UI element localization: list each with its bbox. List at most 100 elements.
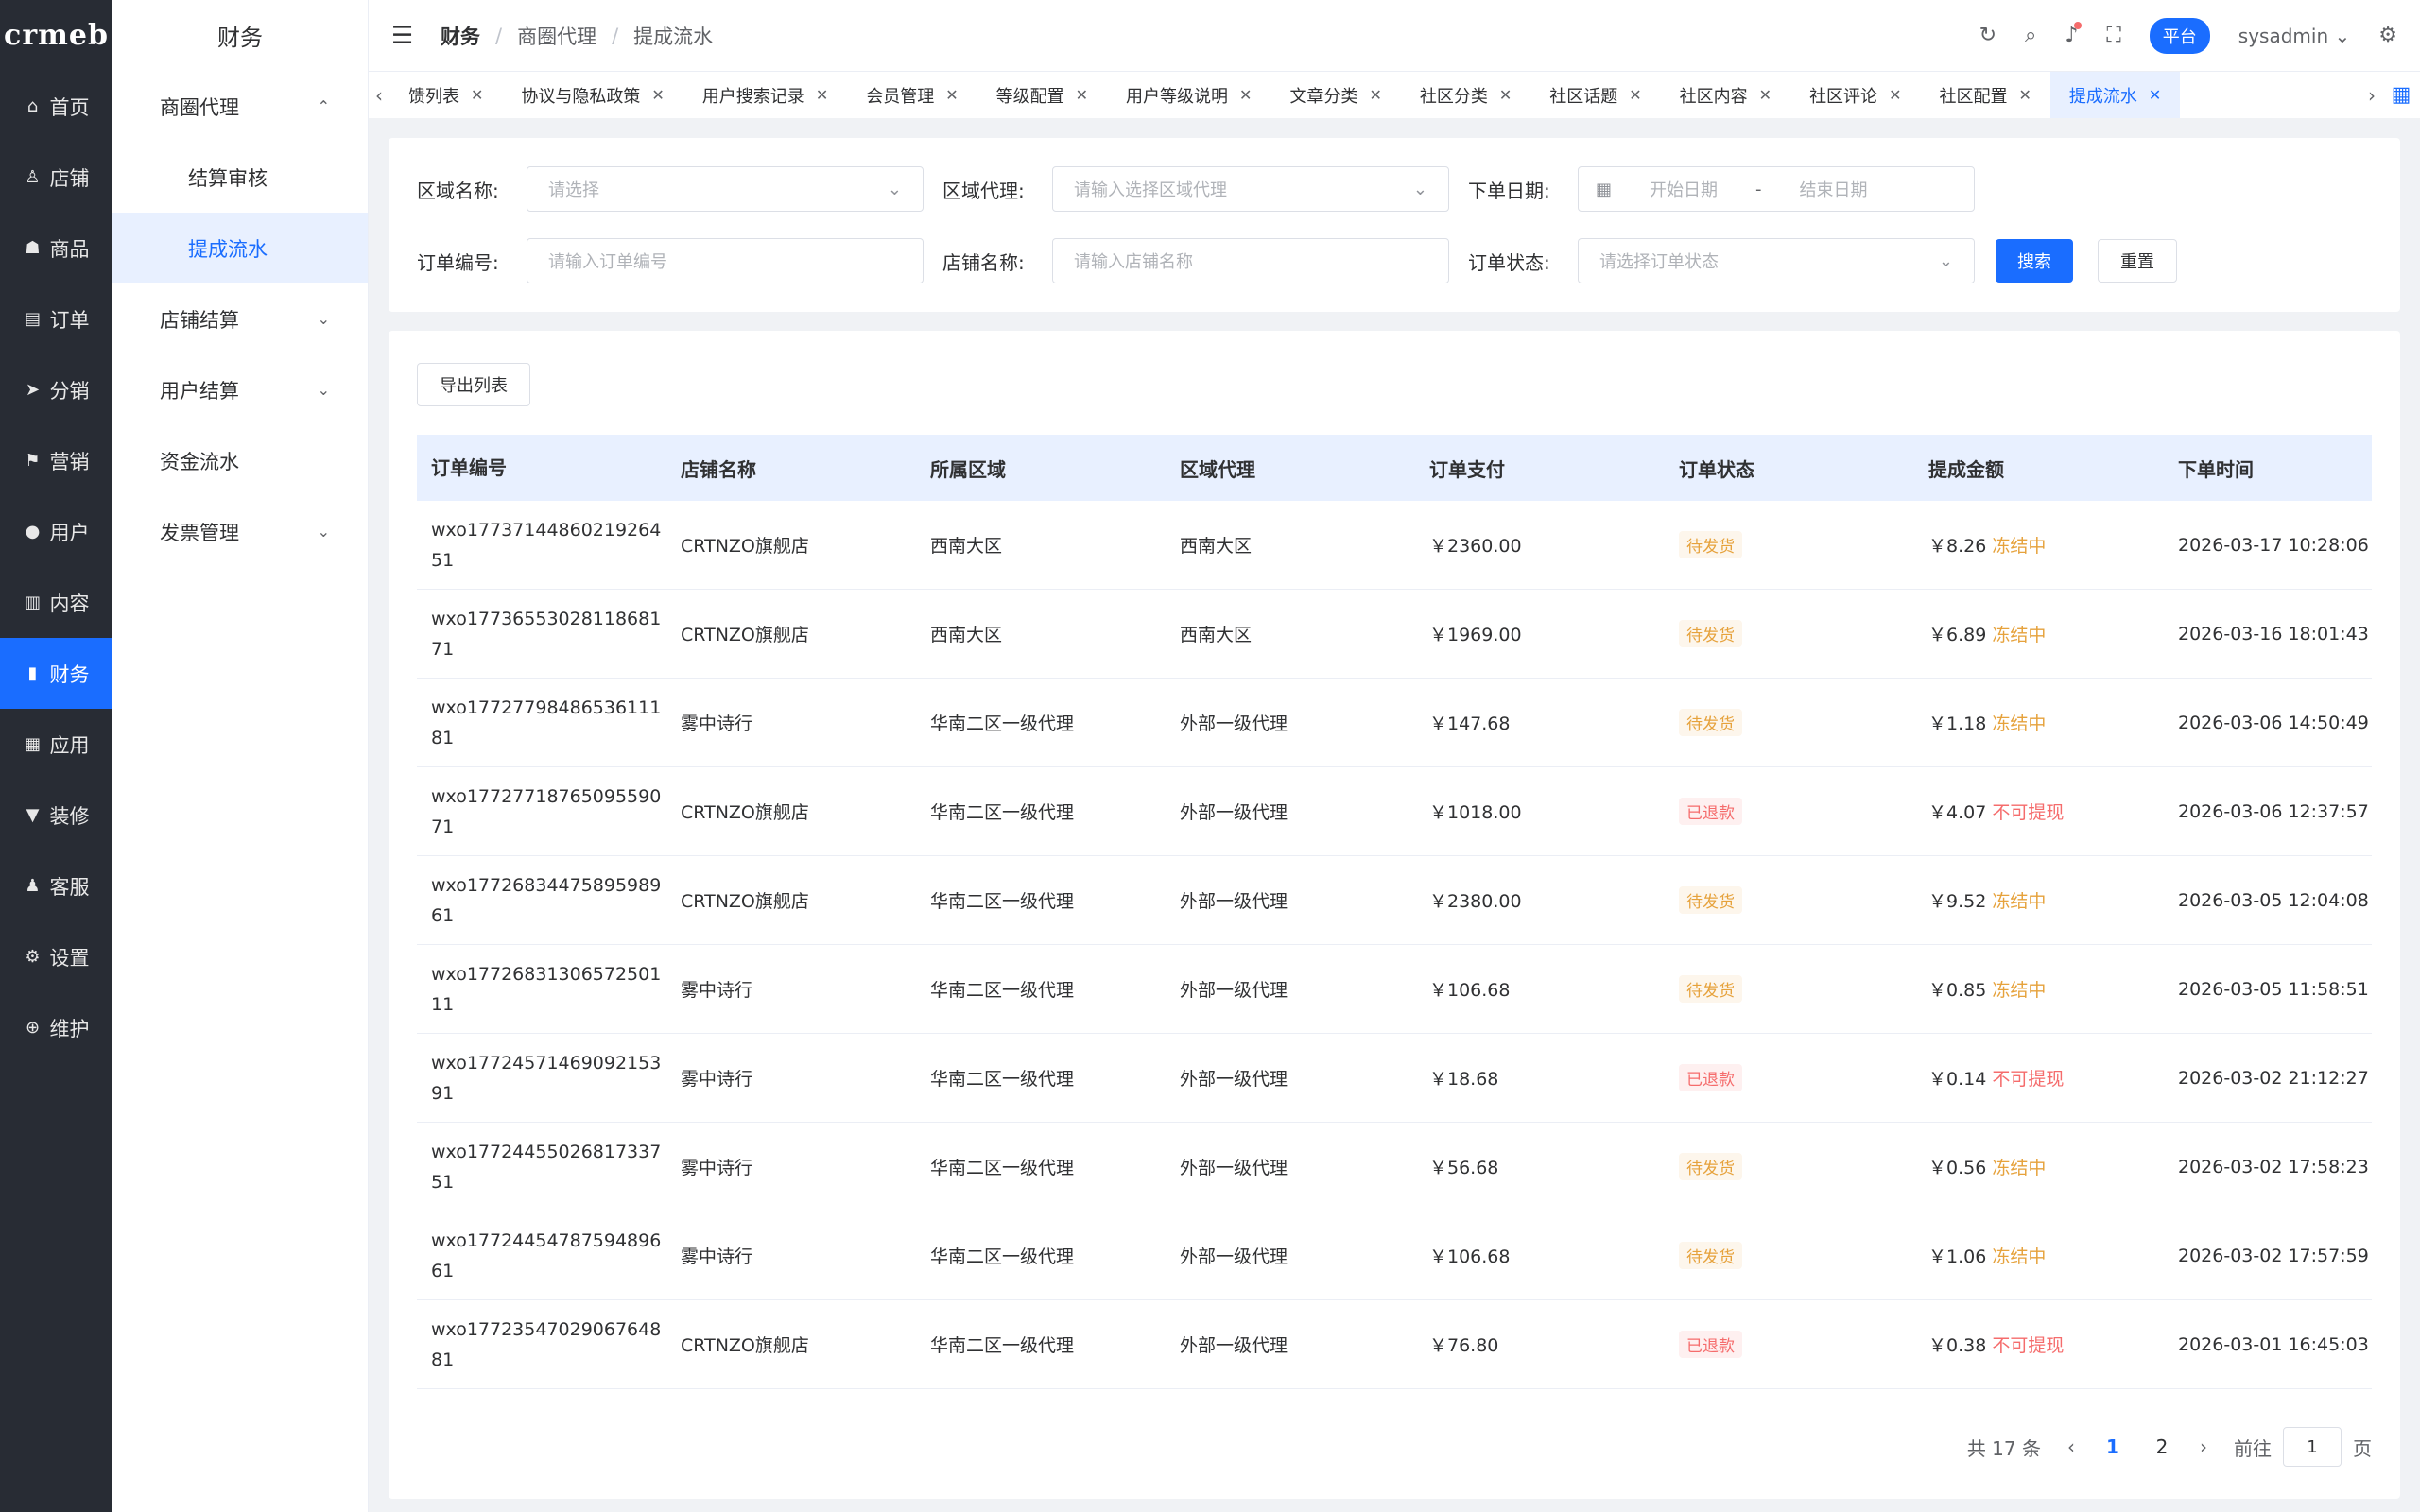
- nav-item-2[interactable]: ☗ 商品: [0, 213, 112, 284]
- nav-item-4[interactable]: ➤ 分销: [0, 354, 112, 425]
- tab-9[interactable]: 社区内容 ✕: [1661, 72, 1790, 118]
- brand-logo[interactable]: crmeb: [0, 0, 112, 71]
- region-agent: 外部一级代理: [1180, 802, 1288, 823]
- search-button[interactable]: 搜索: [1996, 239, 2073, 283]
- nav-icon: ♟: [25, 876, 41, 896]
- start-date[interactable]: 开始日期: [1650, 177, 1718, 201]
- next-page-icon[interactable]: ›: [2200, 1435, 2207, 1458]
- nav-item-7[interactable]: ▥ 内容: [0, 567, 112, 638]
- page-number[interactable]: 2: [2151, 1435, 2173, 1458]
- platform-badge[interactable]: 平台: [2149, 17, 2210, 54]
- submenu-item-3[interactable]: 店铺结算 ⌄: [112, 284, 368, 354]
- close-icon[interactable]: ✕: [1499, 86, 1512, 104]
- tab-6[interactable]: 文章分类 ✕: [1270, 72, 1400, 118]
- submenu-item-0[interactable]: 商圈代理 ⌃: [112, 71, 368, 142]
- order-status-cell: 待发货: [1665, 709, 1914, 736]
- tabs-scroll-left-icon[interactable]: ‹: [369, 84, 389, 107]
- tab-1[interactable]: 协议与隐私政策 ✕: [502, 72, 683, 118]
- tab-11[interactable]: 社区配置 ✕: [1920, 72, 2049, 118]
- nav-item-3[interactable]: ▤ 订单: [0, 284, 112, 354]
- breadcrumb-item[interactable]: 财务: [441, 22, 480, 50]
- close-icon[interactable]: ✕: [2149, 86, 2161, 104]
- commission-cell: ￥1.18 冻结中: [1914, 710, 2164, 735]
- menu-toggle-icon[interactable]: ☰: [391, 22, 425, 50]
- order-number: wxo1772683130657250111: [431, 963, 662, 1015]
- order-no-input[interactable]: 请输入订单编号: [527, 238, 924, 284]
- end-date[interactable]: 结束日期: [1800, 177, 1868, 201]
- username: sysadmin: [2238, 24, 2329, 47]
- tab-8[interactable]: 社区话题 ✕: [1530, 72, 1660, 118]
- tab-7[interactable]: 社区分类 ✕: [1401, 72, 1530, 118]
- close-icon[interactable]: ✕: [1889, 86, 1901, 104]
- table-row: wxo1772445502681733751 雾中诗行 华南二区一级代理 外部一级代理…: [417, 1123, 2372, 1211]
- fullscreen-icon[interactable]: ⛶: [2106, 24, 2120, 47]
- reset-button[interactable]: 重置: [2098, 239, 2177, 283]
- prev-page-icon[interactable]: ‹: [2067, 1435, 2075, 1458]
- close-icon[interactable]: ✕: [651, 86, 664, 104]
- chevron-down-icon: ⌄: [317, 310, 330, 328]
- tab-3[interactable]: 会员管理 ✕: [847, 72, 977, 118]
- close-icon[interactable]: ✕: [1759, 86, 1772, 104]
- order-status-cell: 待发货: [1665, 1242, 1914, 1269]
- bell-icon[interactable]: ♪: [2065, 22, 2083, 47]
- tab-10[interactable]: 社区评论 ✕: [1790, 72, 1920, 118]
- table-row: wxo1772771876509559071 CRTNZO旗舰店 华南二区一级代理 外…: [417, 767, 2372, 856]
- region-name-select[interactable]: 请选择 ⌄: [527, 166, 924, 212]
- order-number: wxo1772445502681733751: [431, 1141, 662, 1193]
- gear-icon[interactable]: ⚙: [2378, 24, 2397, 47]
- tabs-menu-icon[interactable]: ▦: [2382, 83, 2420, 107]
- order-number: wxo1773655302811868171: [431, 608, 662, 660]
- tab-0[interactable]: 馈列表 ✕: [389, 72, 502, 118]
- order-number: wxo1772771876509559071: [431, 785, 662, 837]
- nav-item-12[interactable]: ⚙ 设置: [0, 921, 112, 992]
- close-icon[interactable]: ✕: [1369, 86, 1381, 104]
- nav-item-13[interactable]: ⊕ 维护: [0, 992, 112, 1063]
- page-number[interactable]: 1: [2101, 1435, 2124, 1458]
- tab-2[interactable]: 用户搜索记录 ✕: [683, 72, 847, 118]
- nav-item-1[interactable]: ♙ 店铺: [0, 142, 112, 213]
- nav-item-6[interactable]: ● 用户: [0, 496, 112, 567]
- close-icon[interactable]: ✕: [1076, 86, 1088, 104]
- nav-item-5[interactable]: ⚑ 营销: [0, 425, 112, 496]
- tabs-scroll-right-icon[interactable]: ›: [2361, 84, 2382, 107]
- commission-state: 冻结中: [1992, 536, 2047, 557]
- nav-item-10[interactable]: ▼ 装修: [0, 780, 112, 850]
- region-name-label: 区域名称:: [417, 179, 499, 202]
- column-header: 所属区域: [930, 457, 1006, 481]
- tab-4[interactable]: 等级配置 ✕: [977, 72, 1107, 118]
- close-icon[interactable]: ✕: [471, 86, 483, 104]
- tab-5[interactable]: 用户等级说明 ✕: [1107, 72, 1270, 118]
- page-jump-input[interactable]: 1: [2283, 1427, 2342, 1467]
- submenu-item-5[interactable]: 资金流水: [112, 425, 368, 496]
- submenu-item-1[interactable]: 结算审核: [112, 142, 368, 213]
- submenu-item-6[interactable]: 发票管理 ⌄: [112, 496, 368, 567]
- close-icon[interactable]: ✕: [1239, 86, 1252, 104]
- close-icon[interactable]: ✕: [1629, 86, 1641, 104]
- user-menu[interactable]: sysadmin ⌄: [2238, 25, 2350, 47]
- order-status-cell: 待发货: [1665, 886, 1914, 914]
- search-icon[interactable]: ⌕: [2025, 24, 2036, 47]
- close-icon[interactable]: ✕: [2018, 86, 2031, 104]
- breadcrumb-item[interactable]: 商圈代理: [517, 22, 596, 50]
- nav-icon: ♙: [25, 167, 41, 187]
- tab-12[interactable]: 提成流水 ✕: [2049, 72, 2181, 118]
- close-icon[interactable]: ✕: [816, 86, 828, 104]
- order-payment: ￥76.80: [1429, 1335, 1499, 1356]
- submenu-item-2[interactable]: 提成流水: [112, 213, 368, 284]
- nav-item-9[interactable]: ▦ 应用: [0, 709, 112, 780]
- order-date-range[interactable]: ▦ 开始日期 - 结束日期: [1578, 166, 1975, 212]
- region-agent: 外部一级代理: [1180, 1246, 1288, 1267]
- refresh-icon[interactable]: ↻: [1979, 24, 1996, 47]
- tabs-bar: ‹ 馈列表 ✕ 协议与隐私政策 ✕ 用户搜索记录 ✕ 会员管理 ✕ 等级配置 ✕ 用户等级说明 ✕ 文章…: [369, 71, 2420, 118]
- store-name-input[interactable]: 请输入店铺名称: [1052, 238, 1449, 284]
- export-button[interactable]: 导出列表: [417, 363, 530, 406]
- nav-item-11[interactable]: ♟ 客服: [0, 850, 112, 921]
- close-icon[interactable]: ✕: [945, 86, 958, 104]
- order-status-select[interactable]: 请选择订单状态 ⌄: [1578, 238, 1975, 284]
- submenu-item-4[interactable]: 用户结算 ⌄: [112, 354, 368, 425]
- secondary-sidebar: 财务 商圈代理 ⌃ 结算审核 提成流水 店铺结算 ⌄ 用户结算 ⌄ 资金流水 发票管理 ⌄: [112, 0, 369, 1512]
- nav-item-8[interactable]: ▮ 财务: [0, 638, 112, 709]
- nav-item-0[interactable]: ⌂ 首页: [0, 71, 112, 142]
- region-agent-select[interactable]: 请输入选择区域代理 ⌄: [1052, 166, 1449, 212]
- commission-amount: ￥1.18: [1928, 713, 1987, 734]
